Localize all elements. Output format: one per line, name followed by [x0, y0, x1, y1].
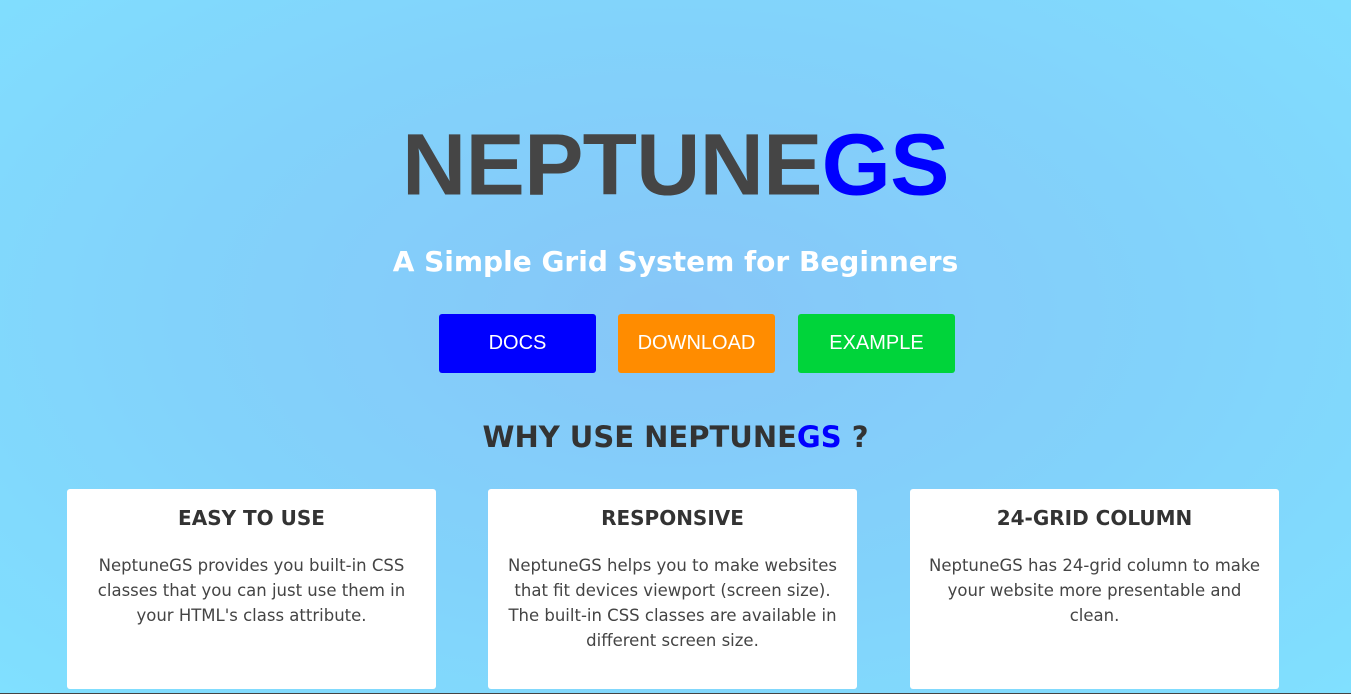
docs-button[interactable]: DOCS	[439, 314, 596, 373]
feature-card-title: RESPONSIVE	[601, 506, 744, 530]
download-button[interactable]: DOWNLOAD	[618, 314, 775, 373]
logo-main-text: NEPTUNE	[402, 116, 822, 214]
feature-card-24-grid-column: 24-GRID COLUMN NeptuneGS has 24-grid col…	[910, 489, 1279, 689]
feature-card-text: NeptuneGS helps you to make websites tha…	[508, 556, 837, 650]
logo: NEPTUNEGS	[0, 112, 1351, 218]
why-heading: WHY USE NEPTUNEGS ?	[0, 418, 1351, 456]
feature-card-text: NeptuneGS has 24-grid column to make you…	[928, 556, 1261, 625]
feature-card-title: 24-GRID COLUMN	[996, 506, 1193, 530]
logo-wordmark: NEPTUNEGS	[402, 122, 949, 209]
feature-card-easy-to-use: EASY TO USE NeptuneGS provides you built…	[67, 489, 436, 689]
bottom-divider	[0, 693, 1351, 698]
why-heading-prefix: WHY USE NEPTUNE	[482, 420, 797, 454]
feature-card-title: EASY TO USE	[178, 506, 325, 530]
logo-accent-text: GS	[821, 116, 950, 214]
why-heading-accent: GS	[796, 420, 842, 454]
feature-card-responsive: RESPONSIVE NeptuneGS helps you to make w…	[488, 489, 857, 689]
tagline: A Simple Grid System for Beginners	[392, 245, 959, 278]
feature-card-text: NeptuneGS provides you built-in CSS clas…	[97, 556, 406, 625]
why-heading-suffix: ?	[841, 420, 869, 454]
example-button[interactable]: EXAMPLE	[798, 314, 955, 373]
